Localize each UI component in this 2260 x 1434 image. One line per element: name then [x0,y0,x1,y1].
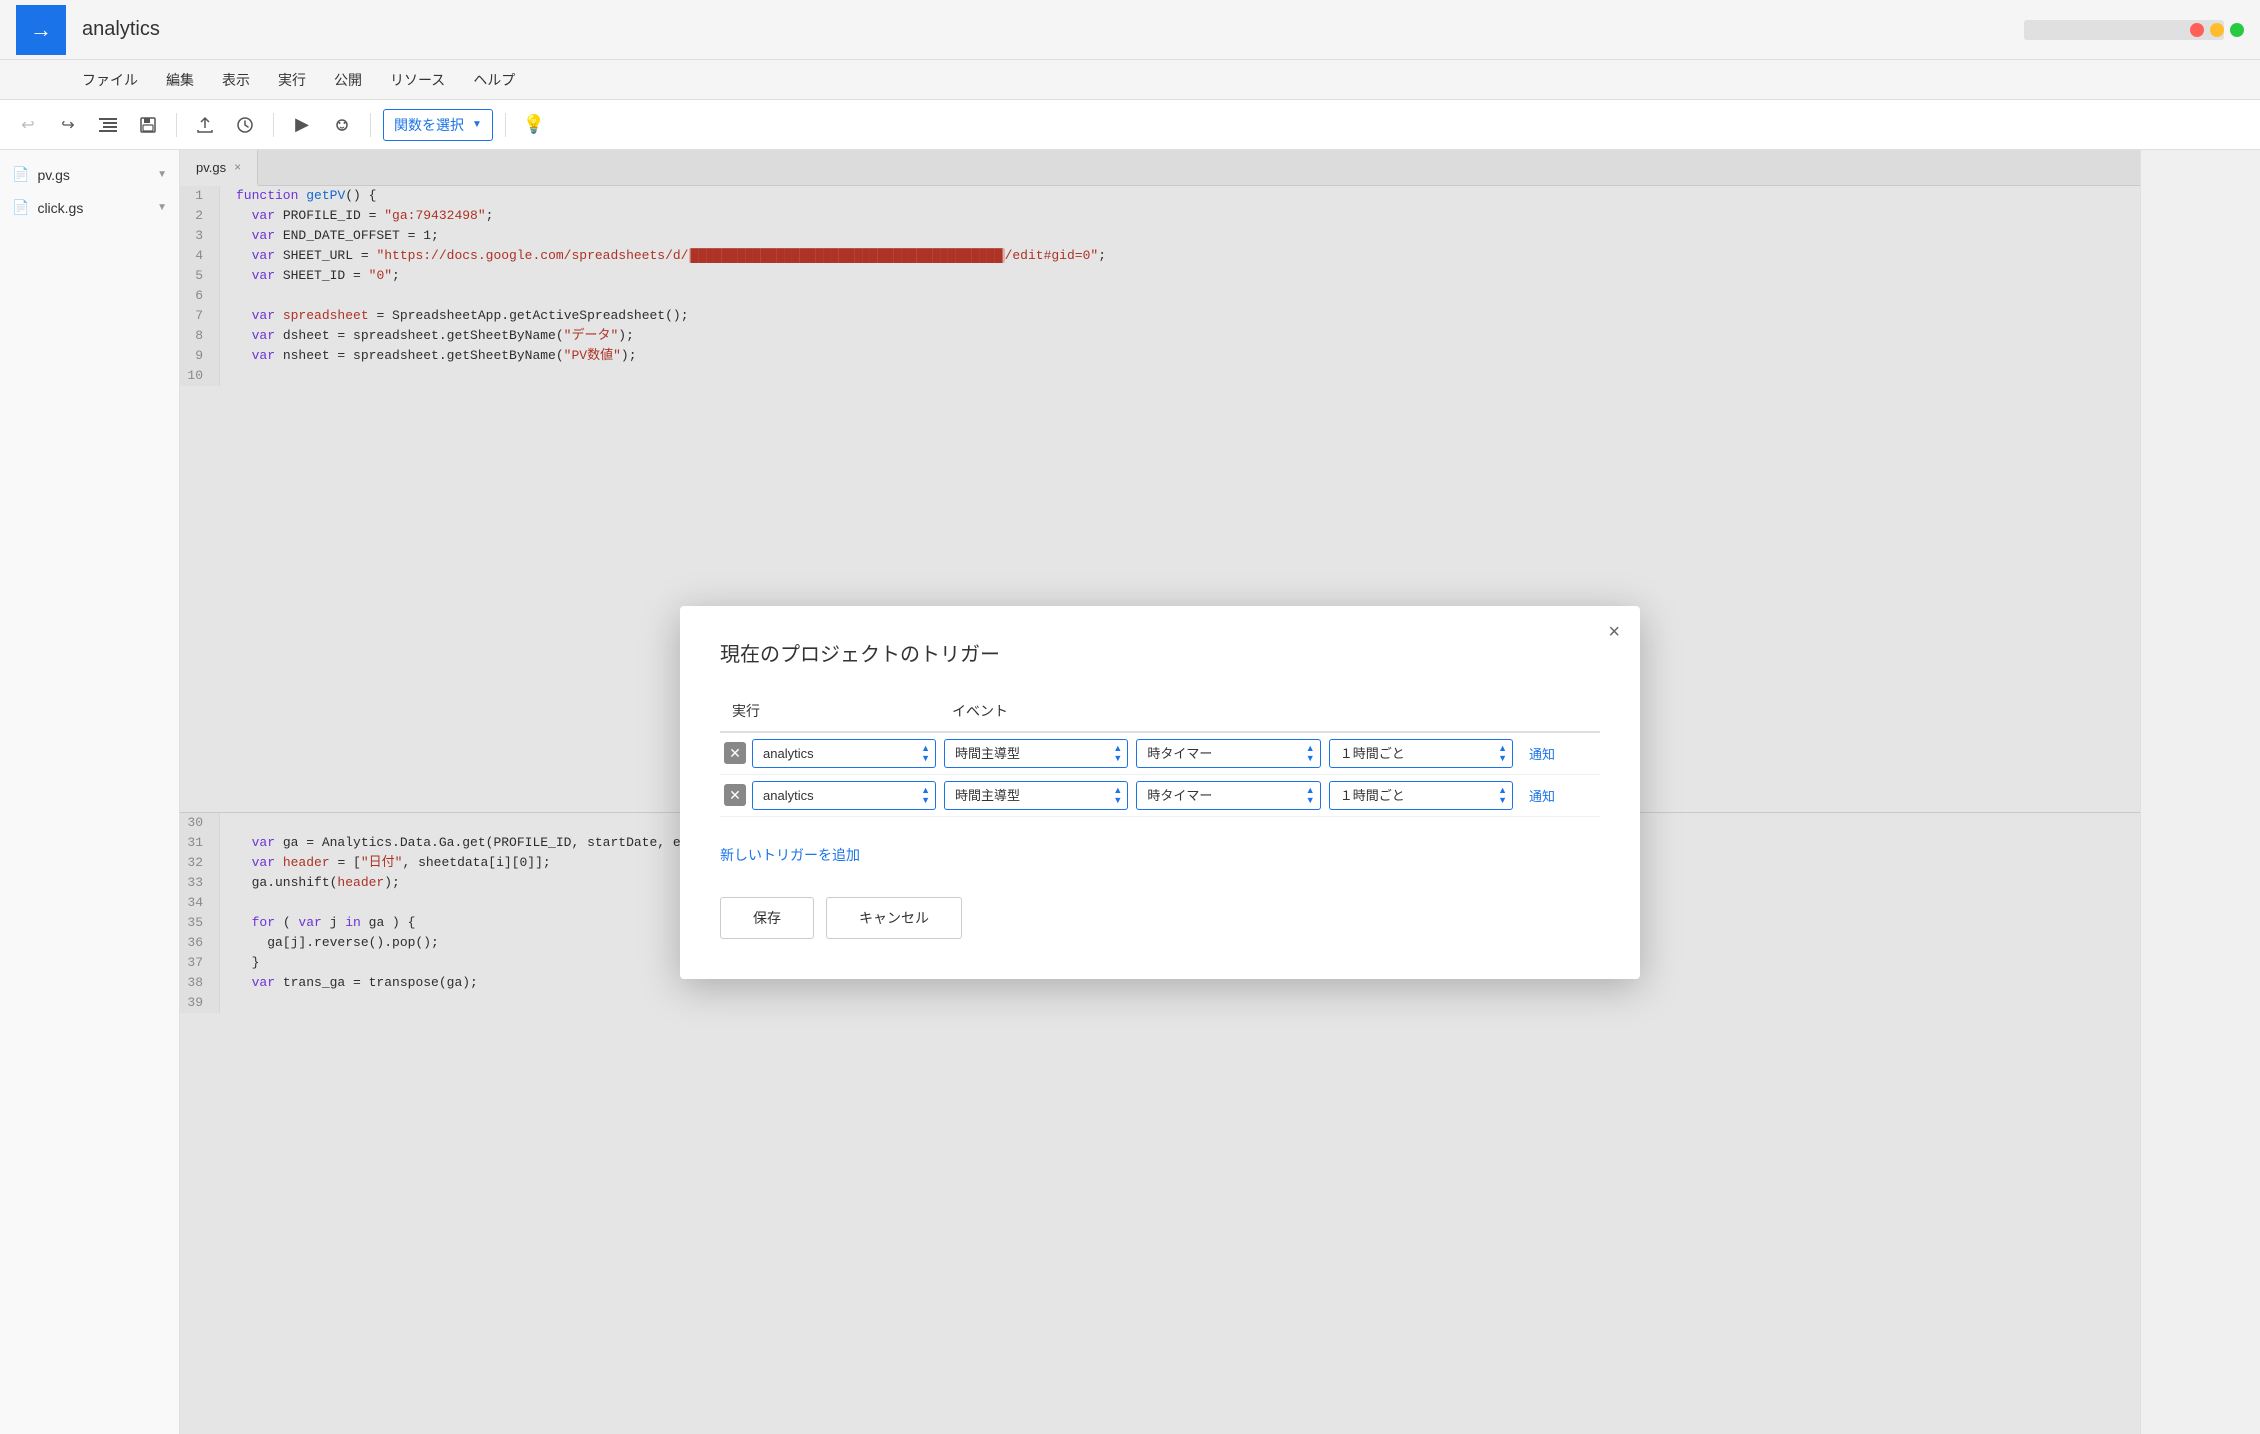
interval-select-1-wrapper: １時間ごと ▲▼ [1329,739,1513,768]
remove-trigger-2-button[interactable]: ✕ [724,784,746,806]
interval-select-1[interactable]: １時間ごと [1329,739,1513,768]
dialog-buttons: 保存 キャンセル [720,897,1600,939]
maximize-window-icon[interactable] [2230,23,2244,37]
menu-bar: ファイル 編集 表示 実行 公開 リソース ヘルプ [0,60,2260,100]
notify-link-1[interactable]: 通知 [1521,747,1563,762]
debug-button[interactable] [326,109,358,141]
notify-link-2[interactable]: 通知 [1521,789,1563,804]
menu-publish[interactable]: 公開 [322,66,374,94]
save-icon [139,116,157,134]
window-controls [2190,23,2244,37]
interval-select-2[interactable]: １時間ごと [1329,781,1513,810]
function-select-2[interactable]: analytics [752,781,936,810]
function-select-1-wrapper: analytics ▲▼ [752,739,936,768]
toolbar-separator-2 [273,113,274,137]
save-button[interactable] [132,109,164,141]
table-row: ✕ analytics ▲▼ [720,774,1600,816]
file-icon-2: 📄 [12,199,29,216]
menu-file[interactable]: ファイル [70,66,150,94]
function-select-label: 関数を選択 [394,115,464,135]
event-type-select-2-wrapper: 時間主導型 ▲▼ [944,781,1128,810]
dialog-close-button[interactable]: × [1608,622,1620,642]
menu-view[interactable]: 表示 [210,66,262,94]
menu-edit[interactable]: 編集 [154,66,206,94]
history-button[interactable] [229,109,261,141]
close-window-icon[interactable] [2190,23,2204,37]
upload-icon [196,116,214,134]
menu-run[interactable]: 実行 [266,66,318,94]
remove-trigger-1-button[interactable]: ✕ [724,742,746,764]
toolbar-separator-1 [176,113,177,137]
event-type-select-2[interactable]: 時間主導型 [944,781,1128,810]
interval-select-2-wrapper: １時間ごと ▲▼ [1329,781,1513,810]
event-type-select-1[interactable]: 時間主導型 [944,739,1128,768]
run-button[interactable]: ▶ [286,109,318,141]
event-type-select-1-wrapper: 時間主導型 ▲▼ [944,739,1128,768]
right-panel [2140,150,2260,1434]
timer-type-select-1[interactable]: 時タイマー [1136,739,1320,768]
timer-type-select-2[interactable]: 時タイマー [1136,781,1320,810]
cancel-dialog-button[interactable]: キャンセル [826,897,962,939]
title-bar: → analytics [0,0,2260,60]
trigger-table: 実行 イベント ✕ [720,691,1600,817]
dialog-overlay: × 現在のプロジェクトのトリガー 実行 イベント [180,150,2140,1434]
table-header-event: イベント [940,691,1517,732]
save-dialog-button[interactable]: 保存 [720,897,814,939]
file-icon: 📄 [12,166,29,183]
timer-type-select-1-wrapper: 時タイマー ▲▼ [1136,739,1320,768]
trigger-dialog: × 現在のプロジェクトのトリガー 実行 イベント [680,606,1640,979]
file-arrow-icon-2: ▼ [157,202,167,213]
timer-type-select-2-wrapper: 時タイマー ▲▼ [1136,781,1320,810]
function-select-2-wrapper: analytics ▲▼ [752,781,936,810]
toolbar-separator-4 [505,113,506,137]
table-row: ✕ analytics ▲▼ [720,732,1600,775]
dropdown-arrow-icon: ▼ [472,119,482,130]
file-arrow-icon: ▼ [157,169,167,180]
function-select-dropdown[interactable]: 関数を選択 ▼ [383,109,493,141]
upload-button[interactable] [189,109,221,141]
hint-button[interactable]: 💡 [518,109,550,141]
app-title: analytics [82,18,160,41]
minimize-window-icon[interactable] [2210,23,2224,37]
toolbar: ↩ ↪ ▶ [0,100,2260,150]
undo-button[interactable]: ↩ [12,109,44,141]
dialog-title: 現在のプロジェクトのトリガー [720,638,1600,667]
sidebar: 📄 pv.gs ▼ 📄 click.gs ▼ [0,150,180,1434]
menu-resources[interactable]: リソース [378,66,457,94]
function-select-1[interactable]: analytics [752,739,936,768]
indent-icon [99,118,117,132]
toolbar-separator-3 [370,113,371,137]
sidebar-filename-pv: pv.gs [37,167,149,183]
code-area: pv.gs × 1 function getPV() { 2 var PROFI… [180,150,2140,1434]
sidebar-filename-click: click.gs [37,200,149,216]
debug-icon [333,116,351,134]
main-layout: 📄 pv.gs ▼ 📄 click.gs ▼ pv.gs × 1 functio… [0,150,2260,1434]
sidebar-file-pv[interactable]: 📄 pv.gs ▼ [0,158,179,191]
table-header-jikko: 実行 [720,691,940,732]
add-trigger-link[interactable]: 新しいトリガーを追加 [720,845,860,865]
menu-help[interactable]: ヘルプ [461,66,527,94]
indent-button[interactable] [92,109,124,141]
app-logo: → [16,5,66,55]
redo-button[interactable]: ↪ [52,109,84,141]
history-icon [236,116,254,134]
sidebar-file-click[interactable]: 📄 click.gs ▼ [0,191,179,224]
